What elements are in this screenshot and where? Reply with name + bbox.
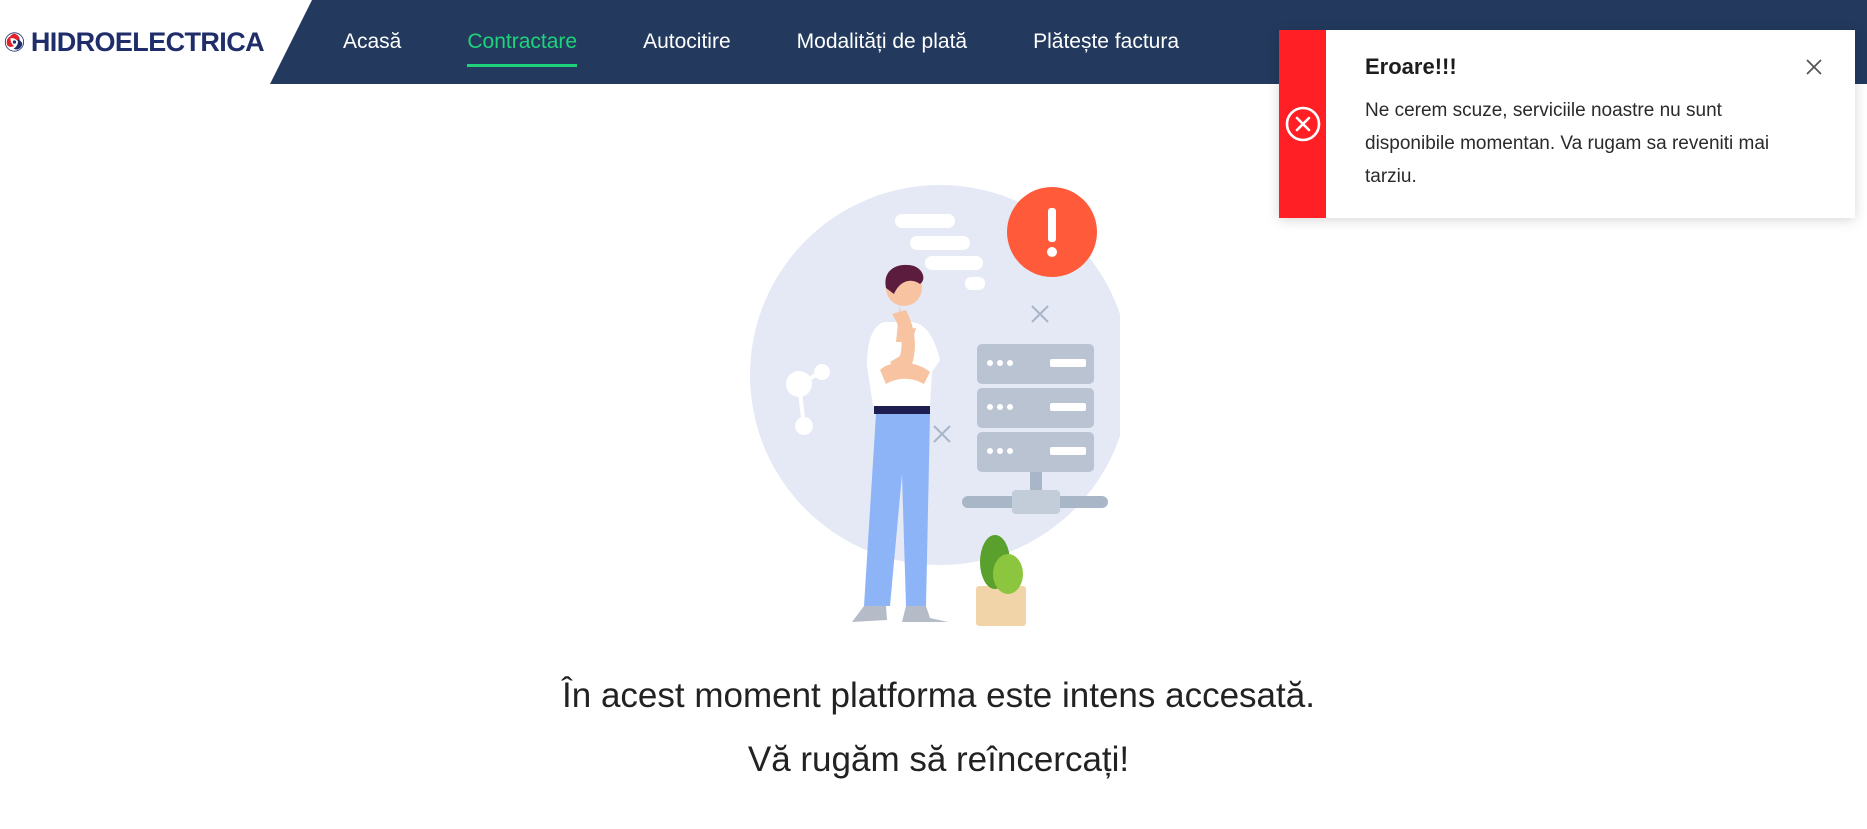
main-nav: Acasă Contractare Autocitire Modalități … — [343, 0, 1245, 84]
brand-logo[interactable]: HIDROELECTRICA — [4, 12, 265, 72]
nav-item-contractare[interactable]: Contractare — [467, 29, 577, 67]
overload-message-line2: Vă rugăm să reîncercați! — [747, 740, 1130, 779]
brand-name: HIDROELECTRICA — [30, 26, 265, 57]
toast-title: Eroare!!! — [1365, 54, 1457, 79]
toast-message: Ne cerem scuze, serviciile noastre nu su… — [1365, 100, 1770, 187]
error-circle-x-icon — [1285, 106, 1320, 142]
brand-logo-icon — [4, 32, 25, 52]
server-error-illustration — [750, 185, 1120, 626]
nav-item-acasa[interactable]: Acasă — [343, 29, 401, 55]
overload-message-line1: În acest moment platforma este intens ac… — [562, 676, 1315, 715]
toast-body: Eroare!!! Ne cerem scuze, serviciile noa… — [1326, 30, 1855, 218]
toast-accent-bar — [1279, 30, 1326, 218]
close-icon[interactable] — [1805, 58, 1823, 76]
error-toast: Eroare!!! Ne cerem scuze, serviciile noa… — [1279, 30, 1855, 218]
nav-item-autocitire[interactable]: Autocitire — [643, 29, 731, 55]
nav-item-modalitati-de-plata[interactable]: Modalități de plată — [797, 29, 967, 55]
nav-item-plateste-factura[interactable]: Plătește factura — [1033, 29, 1179, 55]
